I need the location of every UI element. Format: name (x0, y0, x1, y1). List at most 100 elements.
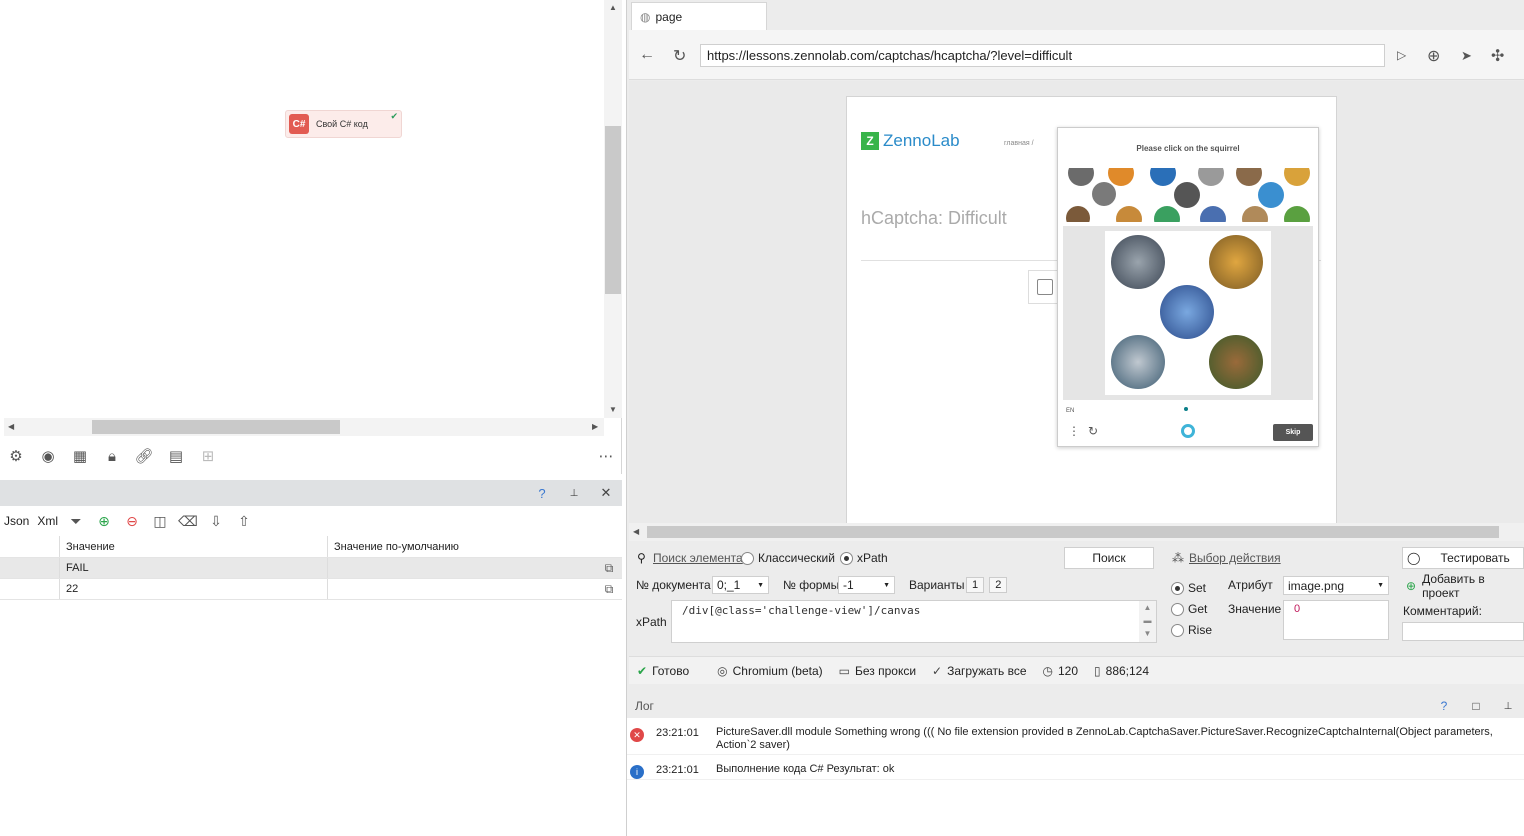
radio-button[interactable] (840, 551, 853, 565)
extensions-icon[interactable]: ✣ (1491, 46, 1504, 66)
scroll-right-icon[interactable]: ▶ (592, 422, 598, 431)
zennolab-logo[interactable]: Z ZennoLab (861, 131, 960, 151)
elephant-image[interactable] (1111, 235, 1165, 289)
menu-icon[interactable]: ⋮ (1068, 424, 1080, 438)
scroll-thumb[interactable] (92, 420, 340, 434)
status-proxy[interactable]: ▭ Без прокси (839, 664, 916, 678)
arrow-down-icon[interactable]: ⇩ (202, 513, 230, 530)
table-row[interactable]: 22 ⧉ (0, 579, 622, 600)
row-default[interactable] (328, 558, 596, 578)
csharp-code-node[interactable]: C# Свой C# код ✔ (285, 110, 402, 138)
value-field[interactable]: 0 (1283, 600, 1389, 640)
column-default[interactable]: Значение по-умолчанию (328, 536, 596, 557)
doc-select[interactable]: 0;_1 ▼ (712, 576, 769, 594)
back-icon[interactable]: ← (639, 46, 655, 64)
xpath-input[interactable]: /div[@class='challenge-view']/canvas (671, 600, 1157, 643)
log-entry[interactable]: i 23:21:01 Выполнение кода C# Результат:… (627, 755, 1524, 780)
layout-icon[interactable]: ◫ (146, 513, 174, 530)
lion-image[interactable] (1209, 235, 1263, 289)
bird-image[interactable] (1111, 335, 1165, 389)
scroll-up-icon[interactable]: ▲ (609, 3, 617, 12)
arrow-up-icon[interactable]: ⇧ (230, 513, 258, 530)
table-row[interactable]: FAIL ⧉ (0, 558, 622, 579)
radio-xpath[interactable]: xPath (840, 551, 888, 565)
search-button[interactable]: Поиск (1064, 547, 1154, 569)
add-to-project-button[interactable]: ⊕ Добавить в проект (1402, 572, 1524, 600)
xpath-scrollbar[interactable]: ▲ ▬ ▼ (1139, 601, 1156, 642)
radio-get[interactable]: Get (1171, 602, 1207, 616)
json-button[interactable]: Json (0, 514, 33, 528)
variant-button-1[interactable]: 1 (966, 577, 984, 593)
project-canvas[interactable]: ▲ ▼ ◀ ▶ C# Свой C# код ✔ ⚙ ◉ ▦ 🔒︎ 🔗︎ ▤ ⊞… (0, 0, 622, 474)
add-icon[interactable]: ⊕ (90, 513, 118, 530)
row-default[interactable] (328, 579, 596, 599)
reload-icon[interactable]: ↻ (673, 46, 686, 66)
radio-button[interactable] (741, 551, 754, 565)
pin-icon[interactable]: ⊥ (1492, 701, 1524, 712)
profile-icon[interactable]: ◉ (32, 442, 64, 470)
browser-tab[interactable]: ◍ page (631, 2, 767, 30)
row-value[interactable]: FAIL (60, 558, 328, 578)
add-block-icon[interactable]: ⊞ (192, 442, 224, 470)
column-value[interactable]: Значение (60, 536, 328, 557)
attribute-select[interactable]: image.png ▼ (1283, 576, 1389, 595)
copy-icon[interactable]: ⧉ (596, 582, 622, 597)
scroll-down-icon[interactable]: ▼ (609, 405, 617, 414)
canvas-horizontal-scrollbar[interactable]: ◀ ▶ (4, 418, 604, 436)
find-element-link[interactable]: Поиск элемента (653, 551, 743, 565)
squirrel-image[interactable] (1160, 285, 1214, 339)
url-input[interactable]: https://lessons.zennolab.com/captchas/hc… (700, 44, 1385, 67)
pin-icon[interactable]: ⊥ (558, 488, 590, 499)
more-icon[interactable]: ⋯ (590, 442, 622, 470)
choose-action-link[interactable]: Выбор действия (1189, 551, 1281, 565)
refresh-icon[interactable]: ↻ (1088, 424, 1098, 438)
cursor-icon[interactable]: ➤ (1461, 48, 1472, 64)
challenge-image-area[interactable] (1063, 226, 1313, 400)
scroll-thumb[interactable] (605, 126, 621, 294)
form-select[interactable]: -1 ▼ (838, 576, 895, 594)
radio-set[interactable]: Set (1171, 581, 1206, 595)
link-icon[interactable]: 🔗︎ (128, 442, 160, 470)
hcaptcha-challenge[interactable]: Please click on the squirrel EN ⋮ ↻ Skip (1057, 127, 1319, 447)
radio-button[interactable] (1171, 602, 1184, 616)
copy-icon[interactable]: ⧉ (596, 561, 622, 576)
canvas-vertical-scrollbar[interactable]: ▲ ▼ (604, 0, 622, 418)
bear-image[interactable] (1209, 335, 1263, 389)
scroll-thumb[interactable] (647, 526, 1499, 538)
row-value[interactable]: 22 (60, 579, 328, 599)
variant-button-2[interactable]: 2 (989, 577, 1008, 593)
comment-field[interactable] (1402, 622, 1524, 641)
lock-icon[interactable]: 🔒︎ (96, 442, 128, 470)
play-icon[interactable]: ▷ (1397, 48, 1406, 62)
challenge-canvas[interactable] (1105, 231, 1271, 395)
help-icon[interactable]: ? (1428, 699, 1460, 713)
maximize-icon[interactable]: □ (1460, 699, 1492, 713)
page-breadcrumb[interactable]: главная / (1004, 140, 1034, 147)
filter-icon[interactable]: ⏷ (62, 513, 90, 530)
remove-icon[interactable]: ⊖ (118, 513, 146, 530)
status-load-all[interactable]: ✓ Загружать все (932, 664, 1026, 678)
grid-icon[interactable]: ▦ (64, 442, 96, 470)
log-list[interactable]: ✕ 23:21:01 PictureSaver.dll module Somet… (627, 718, 1524, 836)
database-icon[interactable]: ▤ (160, 442, 192, 470)
settings-icon[interactable]: ⚙ (0, 442, 32, 470)
help-icon[interactable]: ? (526, 486, 558, 501)
status-browser[interactable]: ◎ Chromium (beta) (717, 664, 823, 678)
language-selector[interactable]: EN (1066, 408, 1074, 414)
hcaptcha-checkbox[interactable] (1037, 279, 1053, 295)
close-icon[interactable]: ✕ (590, 485, 622, 501)
viewport-horizontal-scrollbar[interactable]: ◀ (629, 523, 1524, 541)
eraser-icon[interactable]: ⌫ (174, 513, 202, 530)
radio-rise[interactable]: Rise (1171, 623, 1212, 637)
xml-button[interactable]: Xml (33, 514, 62, 528)
test-button[interactable]: ◯ Тестировать (1402, 547, 1524, 569)
radio-button[interactable] (1171, 581, 1184, 595)
canvas-workspace[interactable] (4, 0, 604, 418)
scroll-left-icon[interactable]: ◀ (8, 422, 14, 431)
log-entry[interactable]: ✕ 23:21:01 PictureSaver.dll module Somet… (627, 718, 1524, 755)
add-circle-icon[interactable]: ⊕ (1427, 46, 1440, 66)
status-timeout[interactable]: ◷ 120 (1043, 664, 1079, 678)
radio-classic[interactable]: Классический (741, 551, 835, 565)
skip-button[interactable]: Skip (1273, 424, 1313, 441)
radio-button[interactable] (1171, 623, 1184, 637)
